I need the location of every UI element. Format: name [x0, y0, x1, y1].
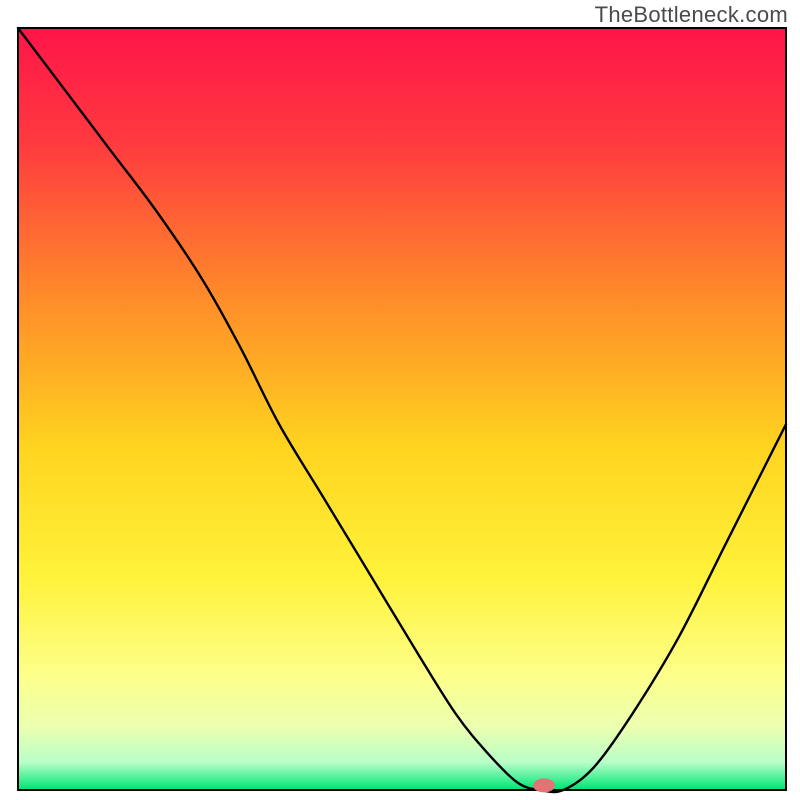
watermark-text: TheBottleneck.com [595, 2, 788, 28]
bottleneck-chart [0, 0, 800, 800]
chart-container: TheBottleneck.com [0, 0, 800, 800]
optimal-point-marker [533, 778, 555, 792]
chart-background-gradient [19, 29, 785, 789]
